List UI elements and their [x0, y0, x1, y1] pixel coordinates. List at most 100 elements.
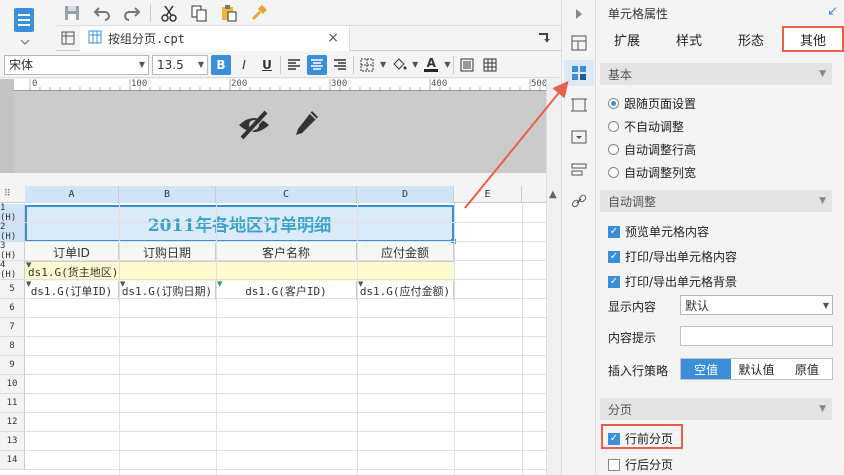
- section-basic[interactable]: 基本 ▼: [600, 63, 832, 85]
- scroll-up-icon[interactable]: ▲: [549, 189, 557, 200]
- insert-option-default[interactable]: 默认值: [731, 359, 781, 379]
- report-title-cell[interactable]: 2011年各地区订单明细: [25, 205, 454, 242]
- row-header[interactable]: 7: [0, 318, 25, 337]
- expand-down-icon: ▼: [26, 280, 32, 288]
- column-header-e[interactable]: E: [454, 186, 522, 203]
- gridline: [454, 203, 455, 475]
- row-header[interactable]: 10: [0, 375, 25, 394]
- column-header-b[interactable]: B: [119, 186, 216, 203]
- align-left-icon[interactable]: [284, 55, 304, 75]
- table-icon[interactable]: [480, 55, 500, 75]
- row-header[interactable]: 5: [0, 280, 25, 299]
- column-header-c[interactable]: C: [216, 186, 357, 203]
- row-header[interactable]: 3 (H): [0, 241, 25, 261]
- app-logo[interactable]: [8, 4, 42, 46]
- row-header[interactable]: 4 (H): [0, 260, 25, 280]
- insert-option-null[interactable]: 空值: [681, 359, 732, 379]
- row-header[interactable]: 9: [0, 356, 25, 375]
- layout-icon[interactable]: [568, 32, 590, 54]
- radio-follow-page[interactable]: 跟随页面设置: [608, 95, 696, 112]
- panel-title: 单元格属性: [608, 7, 669, 21]
- align-center-icon[interactable]: [307, 54, 327, 75]
- gridline: [25, 241, 546, 242]
- content-tip-input[interactable]: [680, 326, 833, 346]
- crop-icon[interactable]: [568, 94, 590, 116]
- chevron-down-icon: ▼: [819, 404, 826, 414]
- vertical-scrollbar[interactable]: ▲: [546, 79, 561, 475]
- section-pagination[interactable]: 分页 ▼: [600, 398, 832, 420]
- column-header-a[interactable]: A: [25, 186, 119, 203]
- row-header[interactable]: 1 (H): [0, 203, 25, 223]
- paste-icon[interactable]: [217, 2, 241, 24]
- column-header-d[interactable]: D: [357, 186, 454, 203]
- gridline: [25, 298, 546, 299]
- gridline: [25, 393, 546, 394]
- gridline: [25, 450, 546, 451]
- copy-icon[interactable]: [187, 2, 211, 24]
- cell-properties-panel: 单元格属性 ↙ 扩展 样式 形态 其他 基本 ▼ 跟随页面设置 不自动调整 自动…: [596, 0, 844, 475]
- row-header[interactable]: 11: [0, 394, 25, 413]
- insert-option-original[interactable]: 原值: [782, 359, 832, 379]
- hyperlink-icon[interactable]: [568, 190, 590, 212]
- check-print-content[interactable]: ✓ 打印/导出单元格内容: [608, 248, 737, 265]
- chevron-down-icon[interactable]: ▼: [412, 60, 418, 69]
- format-toolbar: 宋体 ▼ 13.5 ▼ B I U ▼ ▼ A ▼: [0, 52, 561, 78]
- collapse-panel-icon[interactable]: [568, 3, 590, 25]
- row-header[interactable]: 6: [0, 299, 25, 318]
- tab-widget[interactable]: 形态: [720, 26, 782, 52]
- edit-header-icon[interactable]: [292, 108, 320, 143]
- radio-adjust-height[interactable]: 自动调整行高: [608, 141, 696, 158]
- tab-menu-icon[interactable]: [537, 30, 551, 47]
- row-header[interactable]: 12: [0, 413, 25, 432]
- undo-icon[interactable]: [90, 2, 114, 24]
- underline-button[interactable]: U: [257, 55, 277, 75]
- check-break-before-row[interactable]: ✓ 行前分页: [608, 430, 673, 447]
- check-break-after-row[interactable]: 行后分页: [608, 456, 673, 473]
- check-preview-content[interactable]: ✓ 预览单元格内容: [608, 223, 709, 240]
- widget-icon[interactable]: [568, 126, 590, 148]
- section-auto-adjust[interactable]: 自动调整 ▼: [600, 190, 832, 212]
- chevron-down-icon: ▼: [819, 196, 826, 206]
- pin-panel-icon[interactable]: ↙: [827, 4, 838, 19]
- close-tab-icon[interactable]: ×: [327, 30, 339, 46]
- align-right-icon[interactable]: [330, 55, 350, 75]
- font-color-button[interactable]: A: [421, 55, 441, 75]
- format-painter-icon[interactable]: [247, 2, 271, 24]
- font-name-select[interactable]: 宋体 ▼: [4, 54, 149, 75]
- border-icon[interactable]: [357, 55, 377, 75]
- font-size-select[interactable]: 13.5 ▼: [152, 54, 208, 75]
- redo-icon[interactable]: [120, 2, 144, 24]
- cell-properties-icon[interactable]: [564, 60, 594, 86]
- report-editor: 按组分页.cpt × 宋体 ▼ 13.5 ▼ B I U ▼ ▼ A ▼ 0 1…: [0, 0, 561, 475]
- grid-corner-icon[interactable]: ⠿: [4, 189, 11, 199]
- ruler-mark: 0: [32, 79, 38, 89]
- row-header[interactable]: 8: [0, 337, 25, 356]
- insert-policy-segmented: 空值 默认值 原值: [680, 358, 833, 380]
- grid-view-icon[interactable]: [56, 27, 80, 49]
- check-print-background[interactable]: ✓ 打印/导出单元格背景: [608, 273, 737, 290]
- row-header[interactable]: 13: [0, 432, 25, 451]
- row-header[interactable]: 14: [0, 451, 25, 470]
- bold-button[interactable]: B: [211, 54, 231, 75]
- cut-icon[interactable]: [157, 2, 181, 24]
- row-header[interactable]: 2 (H): [0, 222, 25, 242]
- tab-style[interactable]: 样式: [658, 26, 720, 52]
- condition-icon[interactable]: [568, 158, 590, 180]
- italic-button[interactable]: I: [234, 55, 254, 75]
- expand-down-icon: ▼: [217, 280, 223, 288]
- document-tab[interactable]: 按组分页.cpt ×: [80, 25, 350, 51]
- font-color-swatch: [424, 69, 439, 72]
- tab-expand[interactable]: 扩展: [596, 26, 658, 52]
- display-content-label: 显示内容: [608, 300, 657, 314]
- radio-no-adjust[interactable]: 不自动调整: [608, 118, 684, 135]
- gridline: [119, 203, 120, 475]
- chevron-down-icon[interactable]: ▼: [380, 60, 386, 69]
- display-content-select[interactable]: 默认 ▼: [680, 295, 833, 315]
- fill-color-icon[interactable]: [389, 55, 409, 75]
- hide-header-icon[interactable]: [236, 108, 272, 145]
- radio-adjust-width[interactable]: 自动调整列宽: [608, 164, 696, 181]
- chevron-down-icon[interactable]: ▼: [444, 60, 450, 69]
- merge-cells-icon[interactable]: [457, 55, 477, 75]
- save-icon[interactable]: [60, 2, 84, 24]
- tab-other[interactable]: 其他: [782, 26, 844, 52]
